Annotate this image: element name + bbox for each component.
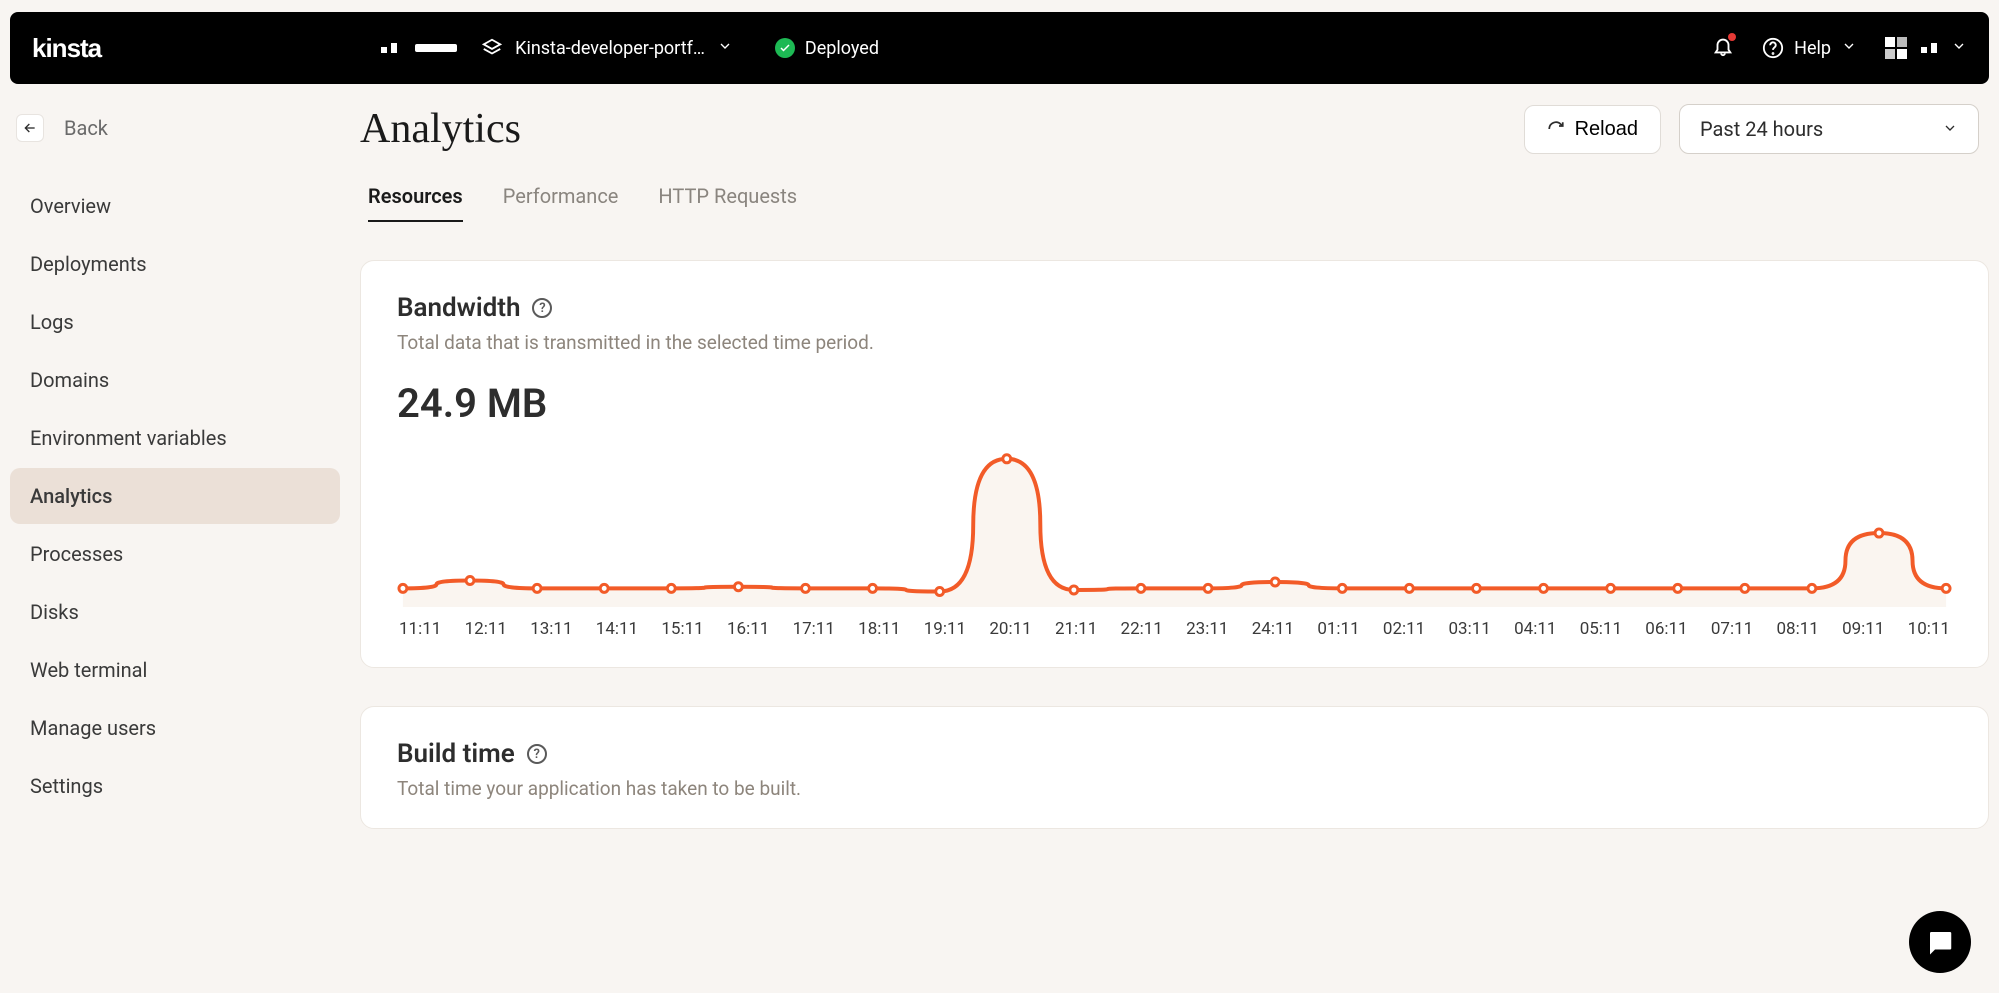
help-menu[interactable]: Help xyxy=(1762,37,1857,59)
x-tick: 17:11 xyxy=(793,619,835,639)
tab-performance[interactable]: Performance xyxy=(503,184,619,222)
chart-x-axis: 11:11 12:11 13:11 14:11 15:11 16:11 17:11 18:11… xyxy=(397,619,1952,639)
sidebar-item-settings[interactable]: Settings xyxy=(10,758,340,814)
sidebar-item-web-terminal[interactable]: Web terminal xyxy=(10,642,340,698)
x-tick: 19:11 xyxy=(924,619,966,639)
sidebar-item-logs[interactable]: Logs xyxy=(10,294,340,350)
x-tick: 04:11 xyxy=(1514,619,1556,639)
sidebar-item-domains[interactable]: Domains xyxy=(10,352,340,408)
reload-icon xyxy=(1547,120,1565,138)
x-tick: 08:11 xyxy=(1776,619,1818,639)
reload-button[interactable]: Reload xyxy=(1524,105,1661,154)
chevron-down-icon xyxy=(1942,117,1958,141)
sidebar-item-processes[interactable]: Processes xyxy=(10,526,340,582)
x-tick: 23:11 xyxy=(1186,619,1228,639)
x-tick: 09:11 xyxy=(1842,619,1884,639)
main-content: Analytics Reload Past 24 hours Resources… xyxy=(360,104,1989,829)
back-label: Back xyxy=(64,116,108,140)
sidebar-item-disks[interactable]: Disks xyxy=(10,584,340,640)
card-subtitle: Total data that is transmitted in the se… xyxy=(397,331,1952,354)
card-subtitle: Total time your application has taken to… xyxy=(397,777,1952,800)
x-tick: 14:11 xyxy=(596,619,638,639)
layout: Back OverviewDeploymentsLogsDomainsEnvir… xyxy=(0,84,1999,829)
notifications-button[interactable] xyxy=(1712,35,1734,61)
sidebar: Back OverviewDeploymentsLogsDomainsEnvir… xyxy=(10,104,340,829)
page-title: Analytics xyxy=(360,105,521,153)
tab-http-requests[interactable]: HTTP Requests xyxy=(658,184,797,222)
x-tick: 05:11 xyxy=(1580,619,1622,639)
chat-icon xyxy=(1925,927,1955,957)
intercom-button[interactable] xyxy=(1909,911,1971,973)
bandwidth-metric: 24.9 MB xyxy=(397,380,1952,427)
x-tick: 13:11 xyxy=(530,619,572,639)
tabs: Resources Performance HTTP Requests xyxy=(360,184,1989,222)
account-icon xyxy=(381,43,397,53)
notification-dot xyxy=(1728,33,1736,41)
buildtime-card: Build time ? Total time your application… xyxy=(360,706,1989,829)
user-menu[interactable] xyxy=(1885,37,1967,59)
sidebar-item-analytics[interactable]: Analytics xyxy=(10,468,340,524)
chevron-down-icon xyxy=(1951,38,1967,58)
project-selector[interactable]: Kinsta-developer-portf… xyxy=(481,37,733,59)
x-tick: 16:11 xyxy=(727,619,769,639)
x-tick: 11:11 xyxy=(399,619,441,639)
topbar-middle: Kinsta-developer-portf… Deployed xyxy=(381,37,879,59)
x-tick: 01:11 xyxy=(1317,619,1359,639)
topbar-right: Help xyxy=(1712,35,1967,61)
topbar: kinsta Kinsta-developer-portf… Deployed … xyxy=(10,12,1989,84)
logo-text: kinsta xyxy=(32,33,101,64)
deploy-status: Deployed xyxy=(775,38,879,59)
help-label: Help xyxy=(1794,38,1831,59)
x-tick: 12:11 xyxy=(465,619,507,639)
x-tick: 03:11 xyxy=(1449,619,1491,639)
bandwidth-card: Bandwidth ? Total data that is transmitt… xyxy=(360,260,1989,668)
page-header-actions: Reload Past 24 hours xyxy=(1524,104,1979,154)
project-name: Kinsta-developer-portf… xyxy=(515,38,705,59)
timerange-label: Past 24 hours xyxy=(1700,117,1823,141)
x-tick: 10:11 xyxy=(1908,619,1950,639)
reload-label: Reload xyxy=(1575,118,1638,141)
x-tick: 24:11 xyxy=(1252,619,1294,639)
card-header: Build time ? xyxy=(397,739,1952,769)
chevron-down-icon xyxy=(1841,38,1857,59)
avatar-detail xyxy=(1921,43,1937,53)
x-tick: 02:11 xyxy=(1383,619,1425,639)
account-bar xyxy=(415,44,457,52)
info-icon[interactable]: ? xyxy=(527,744,547,764)
chevron-down-icon xyxy=(717,38,733,59)
x-tick: 21:11 xyxy=(1055,619,1097,639)
sidebar-item-manage-users[interactable]: Manage users xyxy=(10,700,340,756)
account-indicator[interactable] xyxy=(381,43,457,53)
sidebar-item-deployments[interactable]: Deployments xyxy=(10,236,340,292)
card-title: Bandwidth xyxy=(397,293,520,323)
logo[interactable]: kinsta xyxy=(32,33,101,64)
sidebar-item-overview[interactable]: Overview xyxy=(10,178,340,234)
check-circle-icon xyxy=(775,38,795,58)
tab-resources[interactable]: Resources xyxy=(368,184,463,222)
stack-icon xyxy=(481,37,503,59)
card-title: Build time xyxy=(397,739,515,769)
help-icon xyxy=(1762,37,1784,59)
x-tick: 07:11 xyxy=(1711,619,1753,639)
x-tick: 06:11 xyxy=(1645,619,1687,639)
arrow-left-icon xyxy=(16,114,44,142)
x-tick: 18:11 xyxy=(858,619,900,639)
sidenav: OverviewDeploymentsLogsDomainsEnvironmen… xyxy=(10,178,340,814)
card-header: Bandwidth ? xyxy=(397,293,1952,323)
deploy-status-label: Deployed xyxy=(805,38,879,59)
avatar xyxy=(1885,37,1907,59)
timerange-select[interactable]: Past 24 hours xyxy=(1679,104,1979,154)
sidebar-item-environment-variables[interactable]: Environment variables xyxy=(10,410,340,466)
page-header: Analytics Reload Past 24 hours xyxy=(360,104,1989,154)
x-tick: 22:11 xyxy=(1121,619,1163,639)
info-icon[interactable]: ? xyxy=(532,298,552,318)
back-button[interactable]: Back xyxy=(10,104,340,152)
bandwidth-chart-svg xyxy=(397,437,1952,607)
x-tick: 15:11 xyxy=(661,619,703,639)
x-tick: 20:11 xyxy=(989,619,1031,639)
bandwidth-chart: 11:11 12:11 13:11 14:11 15:11 16:11 17:11 18:11… xyxy=(397,437,1952,639)
